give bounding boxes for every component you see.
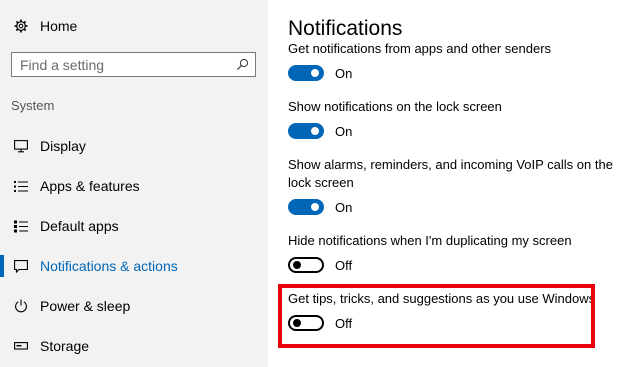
setting-label: Get notifications from apps and other se… — [288, 41, 552, 56]
setting-label: Show notifications on the lock screen — [288, 99, 502, 114]
home-nav-item[interactable]: Home — [14, 16, 77, 36]
storage-icon — [13, 342, 29, 350]
toggle-knob — [311, 127, 319, 135]
toggle-knob — [293, 261, 301, 269]
sidebar-item-label: Power & sleep — [40, 298, 131, 314]
setting-label: Show alarms, reminders, and incoming VoI… — [288, 157, 613, 190]
toggle-knob — [311, 69, 319, 77]
lock-screen-notifications-toggle[interactable] — [288, 123, 324, 139]
toggle-knob — [311, 203, 319, 211]
power-icon — [13, 299, 29, 313]
monitor-icon — [13, 139, 29, 153]
sidebar-item-display[interactable]: Display — [0, 133, 268, 159]
sidebar-item-label: Default apps — [40, 218, 119, 234]
notification-icon — [13, 259, 29, 273]
gear-icon — [14, 19, 28, 33]
default-apps-icon — [13, 220, 29, 233]
toggle-state: Off — [335, 257, 353, 273]
alarms-voip-toggle[interactable] — [288, 199, 324, 215]
hide-when-duplicating-toggle[interactable] — [288, 257, 324, 273]
toggle-state: On — [335, 199, 353, 215]
highlight-box — [278, 284, 595, 348]
app-notifications-toggle[interactable] — [288, 65, 324, 81]
sidebar: Home System Display Apps & features Defa… — [0, 0, 268, 367]
sidebar-item-label: Apps & features — [40, 178, 140, 194]
sidebar-item-label: Display — [40, 138, 86, 154]
sidebar-item-storage[interactable]: Storage — [0, 333, 268, 359]
sidebar-item-power-sleep[interactable]: Power & sleep — [0, 293, 268, 319]
sidebar-item-default-apps[interactable]: Default apps — [0, 213, 268, 239]
setting-alarms-voip: Show alarms, reminders, and incoming VoI… — [288, 156, 628, 215]
section-label: System — [11, 98, 55, 113]
toggle-state: On — [335, 65, 353, 81]
sidebar-item-apps-features[interactable]: Apps & features — [0, 173, 268, 199]
setting-app-notifications: Get notifications from apps and other se… — [288, 40, 628, 81]
search-icon[interactable] — [236, 58, 249, 76]
page-title: Notifications — [288, 17, 403, 41]
list-icon — [13, 180, 29, 193]
setting-hide-when-duplicating: Hide notifications when I'm duplicating … — [288, 232, 628, 273]
search-box — [11, 52, 256, 77]
sidebar-item-label: Notifications & actions — [40, 258, 178, 274]
home-label: Home — [40, 18, 78, 34]
setting-label: Hide notifications when I'm duplicating … — [288, 233, 572, 248]
toggle-state: On — [335, 123, 353, 139]
search-input[interactable] — [12, 53, 235, 76]
sidebar-item-label: Storage — [40, 338, 90, 354]
setting-lock-screen-notifications: Show notifications on the lock screen On — [288, 98, 628, 139]
sidebar-item-notifications-actions[interactable]: Notifications & actions — [0, 253, 268, 279]
